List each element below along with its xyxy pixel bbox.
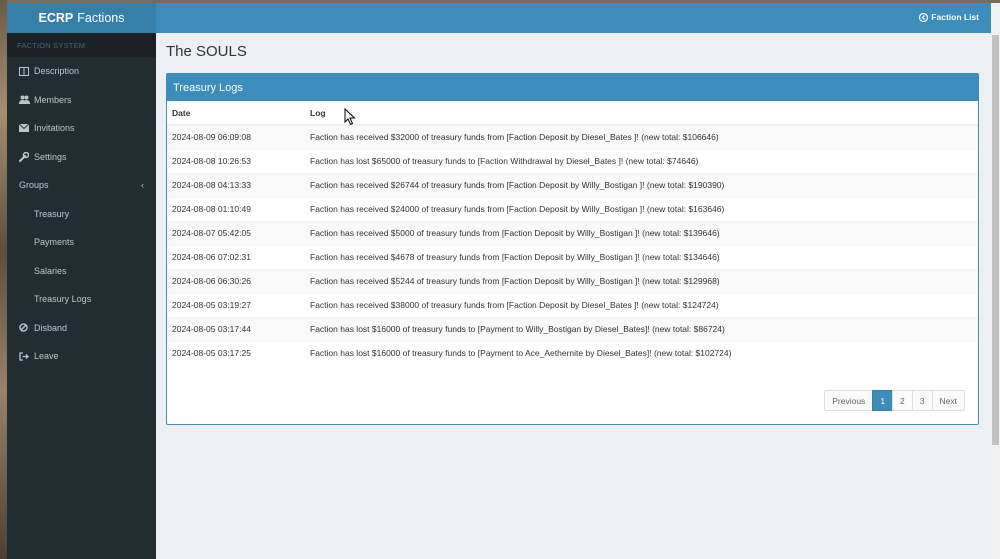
- treasury-logs-panel: Treasury Logs Date Log 2024-08-09 06:09:…: [166, 73, 979, 425]
- table-row: 2024-08-05 03:19:27 Faction has received …: [167, 292, 978, 317]
- top-navbar: Faction List: [156, 3, 991, 33]
- arrow-circle-left-icon: [919, 12, 929, 22]
- cell-log: Faction has received $4678 of treasury f…: [305, 244, 978, 269]
- sidebar-item-members[interactable]: Members: [7, 86, 156, 115]
- sidebar: ECRP Factions FACTION SYSTEM Description…: [7, 3, 156, 559]
- treasury-logs-table: Date Log 2024-08-09 06:09:08 Faction has …: [167, 101, 978, 365]
- ban-icon: [19, 323, 33, 333]
- cell-date: 2024-08-09 06:09:08: [167, 124, 305, 149]
- cell-log: Faction has received $32000 of treasury …: [305, 124, 978, 149]
- brand-bold: ECRP: [38, 11, 74, 25]
- sidebar-item-leave[interactable]: Leave: [7, 342, 156, 371]
- sidebar-item-label: Invitations: [34, 123, 75, 134]
- sidebar-group-label: Groups: [19, 180, 49, 191]
- table-row: 2024-08-08 10:26:53 Faction has lost $650…: [167, 148, 978, 173]
- users-icon: [19, 95, 33, 105]
- column-header-log[interactable]: Log: [305, 101, 978, 126]
- columns-icon: [19, 66, 33, 76]
- scrollbar-thumb[interactable]: [992, 35, 999, 445]
- table-row: 2024-08-08 04:13:33 Faction has received …: [167, 172, 978, 197]
- cell-log: Faction has received $26744 of treasury …: [305, 172, 978, 197]
- brand-logo[interactable]: ECRP Factions: [7, 3, 156, 33]
- sidebar-item-label: Settings: [34, 151, 67, 162]
- brand-rest: Factions: [77, 11, 125, 25]
- sidebar-item-treasury-logs[interactable]: Treasury Logs: [7, 285, 156, 314]
- cell-log: Faction has received $38000 of treasury …: [305, 292, 978, 317]
- cell-date: 2024-08-05 03:17:44: [167, 316, 305, 341]
- column-header-date[interactable]: Date: [167, 101, 305, 126]
- sidebar-item-description[interactable]: Description: [7, 57, 156, 86]
- sign-out-icon: [19, 352, 33, 361]
- cell-date: 2024-08-06 06:30:26: [167, 268, 305, 293]
- pagination-page-1[interactable]: 1: [872, 390, 894, 411]
- mouse-cursor-icon: [344, 107, 356, 128]
- pagination-page-2[interactable]: 2: [892, 390, 913, 411]
- cell-date: 2024-08-07 05:42:05: [167, 220, 305, 245]
- panel-title: Treasury Logs: [167, 74, 978, 101]
- sidebar-item-label: Description: [34, 66, 80, 77]
- sidebar-group-groups[interactable]: Groups ‹: [7, 171, 156, 200]
- cell-date: 2024-08-08 04:13:33: [167, 172, 305, 197]
- sidebar-header: FACTION SYSTEM: [7, 33, 156, 57]
- cell-log: Faction has lost $65000 of treasury fund…: [305, 148, 978, 173]
- cell-log: Faction has received $5000 of treasury f…: [305, 220, 978, 245]
- cell-date: 2024-08-05 03:19:27: [167, 292, 305, 317]
- wrench-icon: [19, 151, 33, 162]
- faction-list-label: Faction List: [931, 12, 979, 22]
- table-row: 2024-08-07 05:42:05 Faction has received …: [167, 220, 978, 245]
- sidebar-item-settings[interactable]: Settings: [7, 143, 156, 172]
- envelope-icon: [19, 124, 33, 133]
- faction-list-link[interactable]: Faction List: [919, 12, 979, 22]
- sidebar-item-disband[interactable]: Disband: [7, 314, 156, 343]
- cell-log: Faction has lost $16000 of treasury fund…: [305, 340, 978, 365]
- cell-date: 2024-08-08 01:10:49: [167, 196, 305, 221]
- cell-log: Faction has received $24000 of treasury …: [305, 196, 978, 221]
- sidebar-item-label: Disband: [34, 322, 68, 333]
- sidebar-item-label: Members: [34, 94, 72, 105]
- pagination-page-3[interactable]: 3: [911, 390, 933, 411]
- cell-date: 2024-08-05 03:17:25: [167, 340, 305, 365]
- page-title: The SOULS: [166, 43, 247, 60]
- cell-date: 2024-08-08 10:26:53: [167, 148, 305, 173]
- sidebar-item-treasury[interactable]: Treasury: [7, 200, 156, 229]
- sidebar-item-payments[interactable]: Payments: [7, 228, 156, 257]
- sidebar-item-salaries[interactable]: Salaries: [7, 257, 156, 286]
- pagination-previous-button[interactable]: Previous: [824, 390, 874, 411]
- pagination: Previous 1 2 3 Next: [824, 390, 965, 411]
- table-row: 2024-08-06 06:30:26 Faction has received …: [167, 268, 978, 293]
- table-row: 2024-08-08 01:10:49 Faction has received …: [167, 196, 978, 221]
- table-row: 2024-08-06 07:02:31 Faction has received …: [167, 244, 978, 269]
- cell-log: Faction has lost $16000 of treasury fund…: [305, 316, 978, 341]
- chevron-left-icon: ‹: [141, 180, 144, 191]
- main-content: The SOULS Treasury Logs Date Log 2024-08…: [156, 33, 991, 559]
- table-row: 2024-08-05 03:17:44 Faction has lost $160…: [167, 316, 978, 341]
- pagination-next-button[interactable]: Next: [931, 390, 965, 411]
- page-scrollbar[interactable]: [991, 3, 1000, 559]
- sidebar-item-label: Leave: [34, 351, 59, 362]
- table-row: 2024-08-05 03:17:25 Faction has lost $160…: [167, 340, 978, 365]
- sidebar-item-invitations[interactable]: Invitations: [7, 114, 156, 143]
- cell-date: 2024-08-06 07:02:31: [167, 244, 305, 269]
- cell-log: Faction has received $5244 of treasury f…: [305, 268, 978, 293]
- table-row: 2024-08-09 06:09:08 Faction has received …: [167, 124, 978, 149]
